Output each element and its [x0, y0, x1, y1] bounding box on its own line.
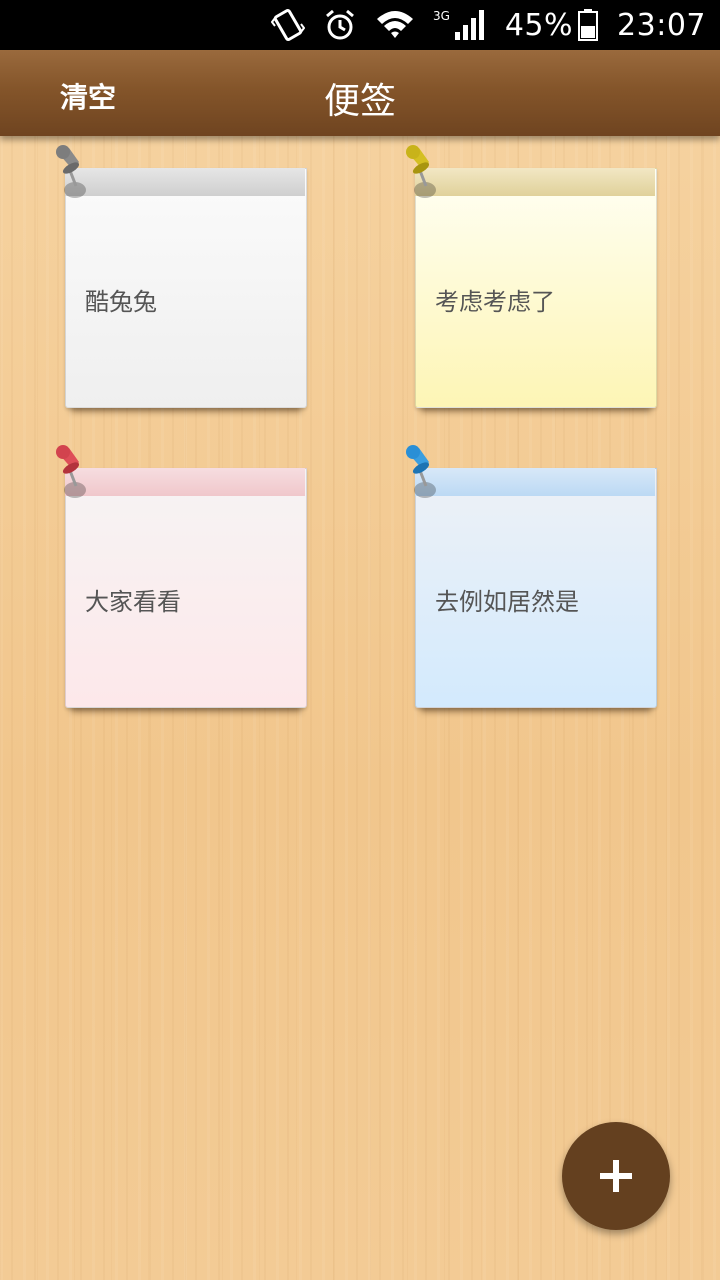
- wifi-icon: [375, 9, 415, 41]
- page-title: 便签: [323, 81, 396, 122]
- note-text: 去例如居然是: [435, 588, 579, 616]
- note-card[interactable]: 考虑考虑了: [406, 145, 657, 408]
- note-text: 大家看看: [85, 588, 181, 616]
- note-text: 酷兔兔: [85, 288, 157, 316]
- pushpin-icon: [406, 145, 436, 198]
- signal-icon: 3G: [433, 8, 487, 42]
- note-text: 考虑考虑了: [435, 288, 555, 316]
- vibrate-icon: [270, 8, 305, 42]
- app-bar: 清空 便签: [0, 50, 720, 136]
- add-note-button[interactable]: [562, 1122, 670, 1230]
- pushpin-icon: [56, 445, 86, 498]
- battery-icon: [577, 8, 599, 42]
- note-card[interactable]: 酷兔兔: [56, 145, 307, 408]
- battery-percent: 45%: [504, 7, 574, 43]
- status-icons: 3G 45% 23:07: [270, 0, 706, 50]
- note-tape: [415, 468, 655, 496]
- note-card[interactable]: 去例如居然是: [406, 445, 657, 708]
- plus-icon: [600, 1160, 632, 1192]
- status-bar: 3G 45% 23:07: [0, 0, 720, 50]
- note-tape: [65, 468, 305, 496]
- note-tape: [415, 168, 655, 196]
- clock: 23:07: [617, 7, 706, 43]
- pushpin-icon: [56, 145, 86, 198]
- alarm-icon: [323, 8, 357, 42]
- pushpin-icon: [406, 445, 436, 498]
- network-type-label: 3G: [433, 9, 450, 23]
- note-tape: [65, 168, 305, 196]
- note-card[interactable]: 大家看看: [56, 445, 307, 708]
